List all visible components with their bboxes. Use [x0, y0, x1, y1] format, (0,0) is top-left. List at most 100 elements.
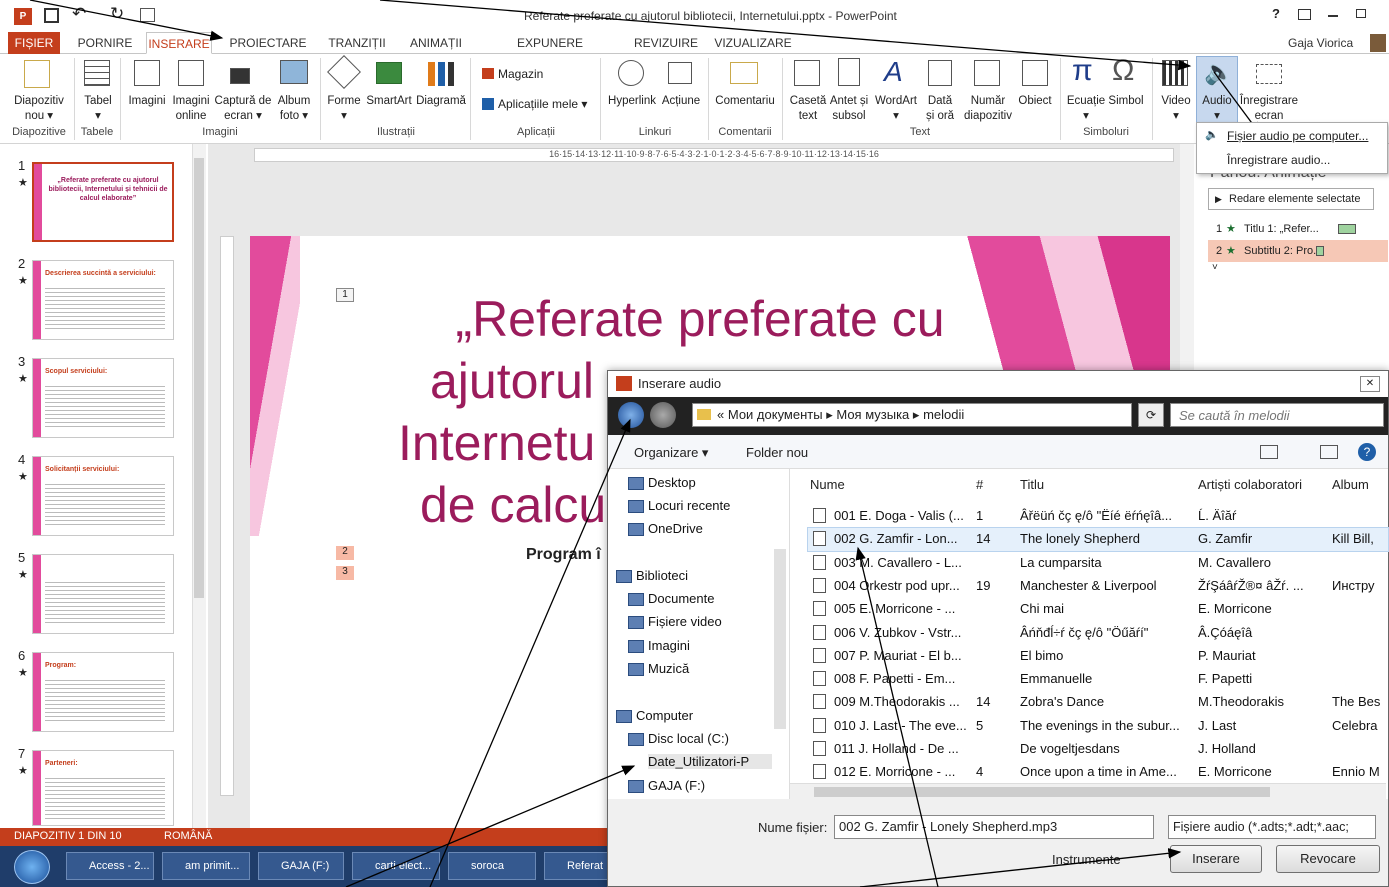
nav-item[interactable]: Locuri recente [628, 498, 730, 513]
record-audio-item[interactable]: Înregistrare audio... [1227, 153, 1330, 167]
slide-thumbnail[interactable]: Parteneri: [32, 750, 174, 826]
tab-home[interactable]: PORNIRE [74, 32, 136, 54]
screen-recording-button[interactable]: Înregistrare ecran [1238, 94, 1300, 124]
column-header-name[interactable]: Nume [810, 477, 845, 492]
comment-button[interactable]: Comentariu [712, 94, 778, 109]
new-folder-button[interactable]: Folder nou [746, 445, 808, 460]
nav-item[interactable]: Computer [616, 708, 693, 723]
smartart-button[interactable]: SmartArt [362, 94, 416, 109]
start-button[interactable] [14, 850, 50, 884]
horizontal-scroll-thumb[interactable] [814, 787, 1270, 797]
taskbar-item-soroca[interactable]: soroca [448, 852, 536, 880]
thumbs-scroll-thumb[interactable] [194, 158, 204, 598]
file-row[interactable]: 001 E. Doga - Valis (... 1 Âřëüń čç ę/ô "Ë… [808, 505, 1388, 528]
filename-input[interactable]: 002 G. Zamfir - Lonely Shepherd.mp3 [834, 815, 1154, 839]
nav-item[interactable]: Muzică [628, 661, 689, 676]
symbol-button[interactable]: Simbol [1104, 94, 1148, 109]
file-row[interactable]: 003 M. Cavallero - L... La cumparsita M. C… [808, 552, 1388, 575]
tab-file[interactable]: FIȘIER [8, 32, 60, 54]
breadcrumb-item[interactable]: « Мои документы [717, 407, 823, 422]
minimize-icon[interactable] [1328, 15, 1338, 17]
nav-scrollbar[interactable] [774, 549, 786, 729]
tab-view[interactable]: VIZUALIZARE [714, 32, 792, 54]
tab-animations[interactable]: ANIMAȚII [404, 32, 468, 54]
video-button[interactable]: Video ▾ [1156, 94, 1196, 124]
taskbar-item-access[interactable]: Access - 2... [66, 852, 154, 880]
shapes-button[interactable]: Forme ▾ [322, 94, 366, 124]
tab-transitions[interactable]: TRANZIȚII [322, 32, 392, 54]
animation-item[interactable]: 1 ★ Titlu 1: „Refer... [1208, 218, 1388, 240]
new-slide-button[interactable]: Diapozitiv nou ▾ [6, 94, 72, 124]
taskbar-item-explorer[interactable]: GAJA (F:) [258, 852, 344, 880]
restore-icon[interactable] [1356, 9, 1366, 18]
column-header-title[interactable]: Titlu [1020, 477, 1044, 492]
equation-button[interactable]: Ecuație ▾ [1062, 94, 1110, 124]
help-circle-icon[interactable]: ? [1358, 443, 1376, 461]
nav-item[interactable]: Date_Utilizatori-P [648, 754, 772, 769]
dialog-close-button[interactable]: ✕ [1360, 376, 1380, 392]
file-row[interactable]: 009 M.Theodorakis ... 14 Zobra's Dance M.Th… [808, 691, 1388, 714]
file-row[interactable]: 007 P. Mauriat - El b... El bimo P. Mauria… [808, 645, 1388, 668]
view-options-icon[interactable] [1260, 445, 1278, 459]
redo-icon[interactable]: ↻ [110, 4, 124, 24]
column-header-album[interactable]: Album [1332, 477, 1369, 492]
slide-thumbnail[interactable]: Descrierea succintă a serviciului: [32, 260, 174, 340]
expand-chevron-icon[interactable]: ˅ [1212, 262, 1218, 273]
save-icon[interactable] [44, 8, 59, 23]
file-row[interactable]: 004 Orkestr pod upr... 19 Manchester & Liv… [808, 575, 1388, 598]
nav-item[interactable]: Imagini [628, 638, 690, 653]
nav-item[interactable]: Fișiere video [628, 614, 722, 629]
audio-from-computer-item[interactable]: Fișier audio pe computer... [1227, 129, 1368, 143]
file-row[interactable]: 006 V. Zubkov - Vstr... Âńňđĺ÷ŕ čç ę/ô "Ö… [808, 622, 1388, 645]
text-box-button[interactable]: Casetă text [786, 94, 830, 124]
file-row[interactable]: 010 J. Last - The eve... 5 The evenings in… [808, 715, 1388, 738]
nav-item[interactable]: Disc local (C:) [628, 731, 729, 746]
nav-item[interactable]: Documente [628, 591, 714, 606]
preview-pane-icon[interactable] [1320, 445, 1338, 459]
taskbar-item-opera[interactable]: am primit... [162, 852, 250, 880]
tools-button[interactable]: Instrumente [1052, 852, 1121, 867]
action-button[interactable]: Acțiune [658, 94, 704, 109]
taskbar-item-powerpoint[interactable]: Referat [544, 852, 608, 880]
language-status[interactable]: ROMÂNĂ [164, 830, 212, 842]
tab-review[interactable]: REVIZUIRE [634, 32, 698, 54]
refresh-button[interactable]: ⟳ [1138, 403, 1164, 427]
breadcrumb-item[interactable]: Моя музыка [836, 407, 909, 422]
breadcrumb-item[interactable]: melodii [923, 407, 964, 422]
date-time-button[interactable]: Dată și oră [920, 94, 960, 124]
ribbon-display-icon[interactable] [1298, 9, 1311, 20]
table-button[interactable]: Tabel ▾ [76, 94, 120, 124]
pictures-button[interactable]: Imagini [124, 94, 170, 109]
slide-number-button[interactable]: Număr diapozitiv [960, 94, 1016, 124]
breadcrumb[interactable]: « Мои документы ▸ Моя музыка ▸ melodii [692, 403, 1132, 427]
nav-item[interactable]: GAJA (F:) [628, 778, 705, 793]
search-input[interactable] [1170, 403, 1384, 427]
file-row[interactable]: 008 F. Papetti - Em... Emmanuelle F. Papet… [808, 668, 1388, 691]
forward-button[interactable] [650, 402, 676, 428]
slide-thumbnail[interactable]: Program: [32, 652, 174, 732]
help-icon[interactable]: ? [1272, 6, 1280, 21]
from-beginning-icon[interactable] [140, 8, 155, 22]
cancel-button[interactable]: Revocare [1276, 845, 1380, 873]
chart-button[interactable]: Diagramă [414, 94, 468, 109]
animation-item-selected[interactable]: 2 ★ Subtitlu 2: Pro... [1208, 240, 1388, 262]
slide-thumbnail[interactable]: Solicitanții serviciului: [32, 456, 174, 536]
play-selected-button[interactable]: ▶ Redare elemente selectate [1208, 188, 1374, 210]
horizontal-scrollbar[interactable] [790, 783, 1386, 799]
insert-button[interactable]: Inserare [1170, 845, 1262, 873]
file-row[interactable]: 011 J. Holland - De ... De vogeltjesdans J… [808, 738, 1388, 761]
file-row[interactable]: 002 G. Zamfir - Lon... 14 The lonely Sheph… [807, 527, 1389, 553]
file-row[interactable]: 012 E. Morricone - ... 4 Once upon a time … [808, 761, 1388, 784]
filetype-select[interactable]: Fișiere audio (*.adts;*.adt;*.aac; [1168, 815, 1376, 839]
user-name[interactable]: Gaja Viorica [1288, 32, 1366, 54]
taskbar-item-folder[interactable]: carti elect... [352, 852, 440, 880]
tab-design[interactable]: PROIECTARE [228, 32, 308, 54]
header-footer-button[interactable]: Antet și subsol [826, 94, 872, 124]
screenshot-button[interactable]: Captură de ecran ▾ [212, 94, 274, 124]
slide-thumbnail[interactable]: Scopul serviciului: [32, 358, 174, 438]
file-row[interactable]: 005 E. Morricone - ... Chi mai E. Morricon… [808, 598, 1388, 621]
tab-slideshow[interactable]: EXPUNERE DIAPOZITIVE [482, 32, 618, 72]
my-apps-button[interactable]: Aplicațiile mele ▾ [498, 97, 587, 111]
slide-thumbnail[interactable]: „Referate preferate cu ajutorul bibliote… [32, 162, 174, 242]
nav-item[interactable]: Biblioteci [616, 568, 688, 583]
